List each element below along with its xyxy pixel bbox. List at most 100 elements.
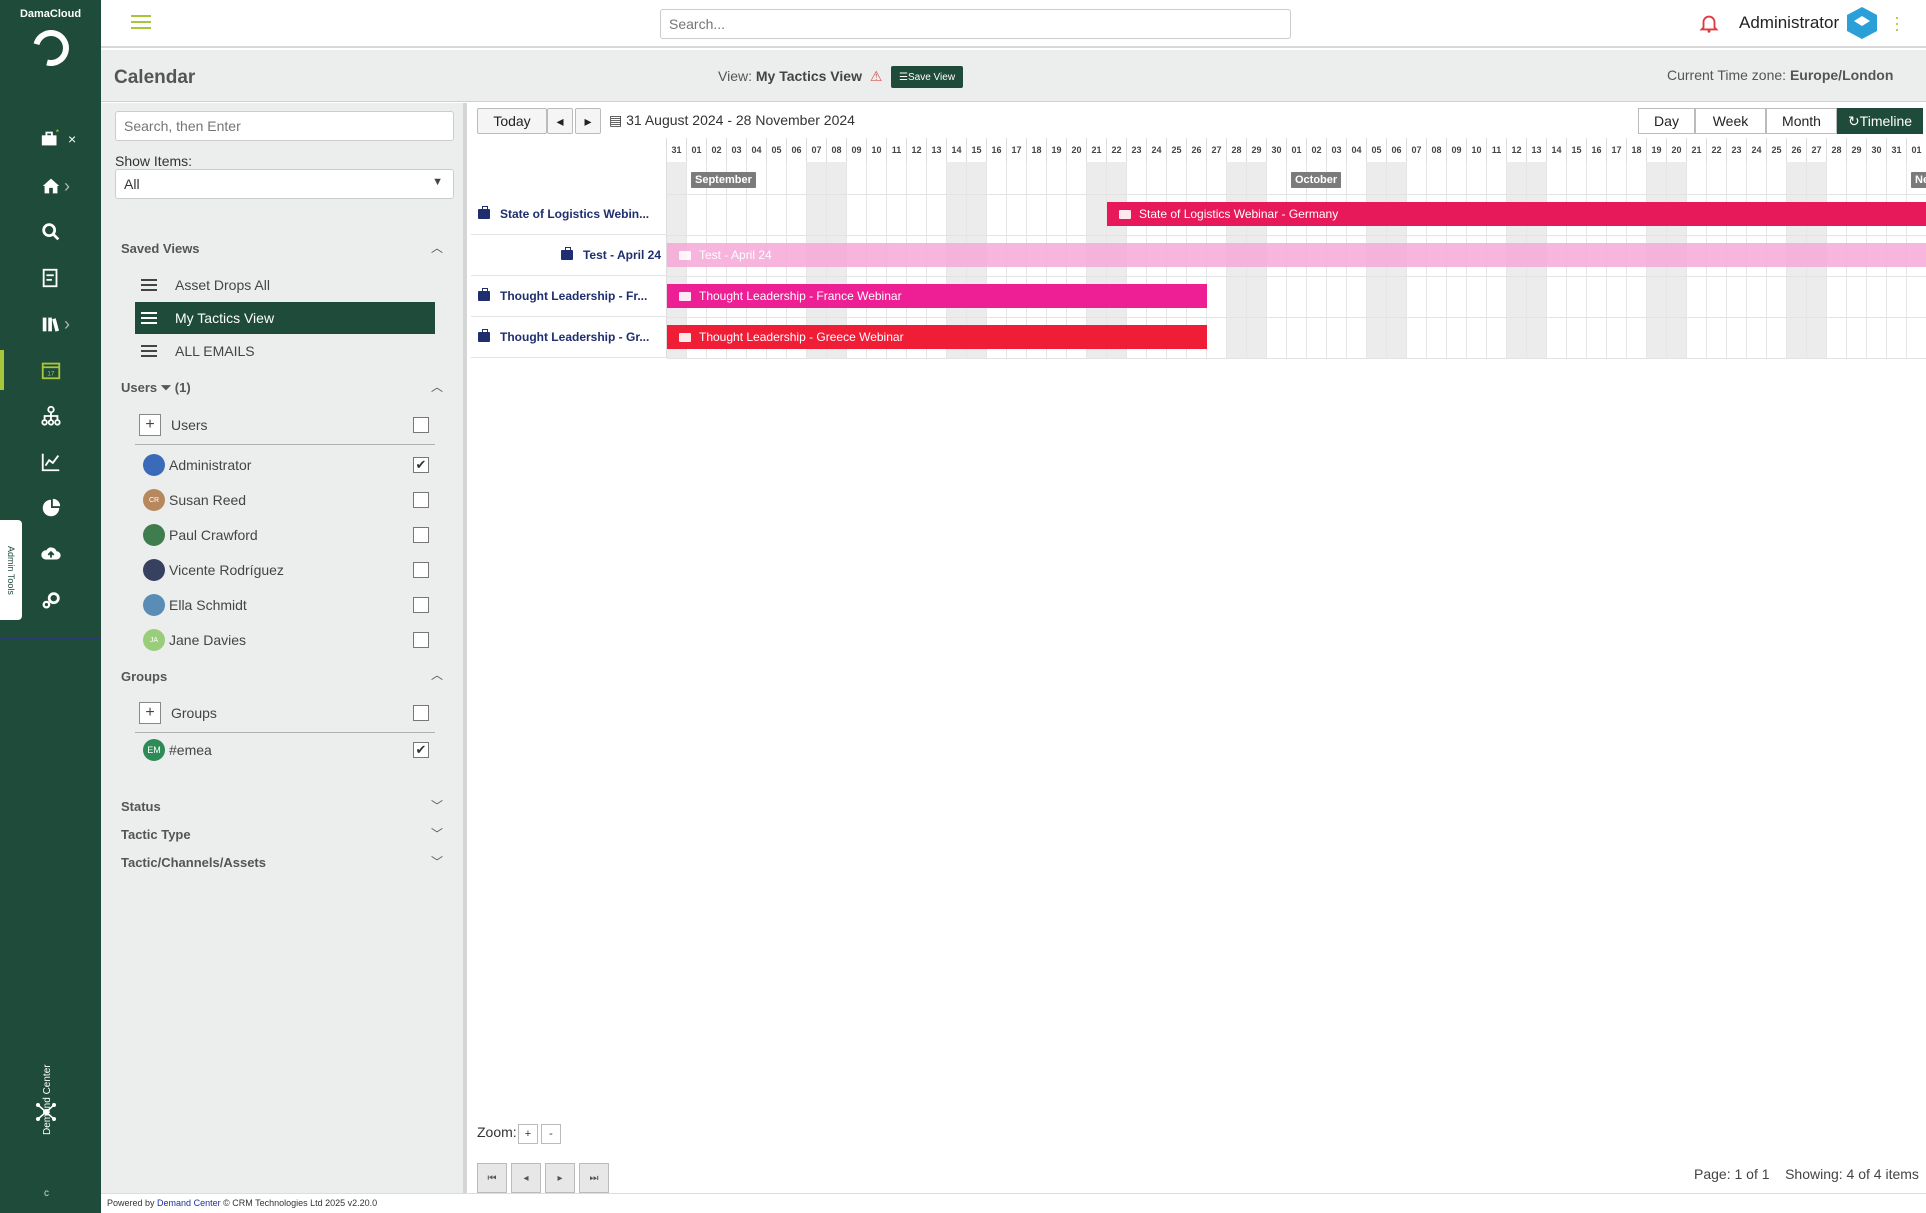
chevron-up-icon[interactable]: ︿ xyxy=(431,666,445,682)
calendar-nav[interactable]: 17 xyxy=(0,350,101,390)
user-row[interactable]: Paul Crawford xyxy=(135,518,435,552)
day-header: 03 xyxy=(727,138,747,162)
user-row[interactable]: Ella Schmidt xyxy=(135,588,435,622)
month-label: September xyxy=(691,172,756,188)
close-icon[interactable]: × xyxy=(68,131,76,147)
next-page-button[interactable]: ▸ xyxy=(545,1163,575,1193)
day-header: 14 xyxy=(947,138,967,162)
bell-icon[interactable] xyxy=(1698,12,1720,34)
briefcase-plus-icon: * xyxy=(41,128,59,146)
user-name: Ella Schmidt xyxy=(169,597,247,613)
user-avatar xyxy=(143,524,165,546)
user-checkbox[interactable] xyxy=(413,527,429,543)
saved-view-item[interactable]: ALL EMAILS xyxy=(135,335,435,367)
chevron-up-icon[interactable]: ︿ xyxy=(431,239,445,255)
pie-chart-icon xyxy=(42,498,60,517)
briefcase-icon xyxy=(478,288,490,301)
group-row[interactable]: EM #emea ✔ xyxy=(135,733,435,767)
tasks-nav[interactable] xyxy=(0,258,101,298)
footer-link[interactable]: Demand Center xyxy=(157,1198,221,1208)
tactic-type-heading[interactable]: Tactic Type xyxy=(121,827,191,842)
hierarchy-icon xyxy=(40,405,61,426)
task-bar-label: State of Logistics Webinar - Germany xyxy=(1139,207,1339,221)
task-bar[interactable]: Thought Leadership - France Webinar xyxy=(667,284,1207,308)
expand-plus-icon[interactable]: + xyxy=(139,414,161,436)
status-heading[interactable]: Status xyxy=(121,799,161,814)
rail-refresh-icon[interactable]: c xyxy=(44,1188,49,1199)
tactic-channels-assets-heading[interactable]: Tactic/Channels/Assets xyxy=(121,855,266,870)
user-checkbox[interactable]: ✔ xyxy=(413,457,429,473)
group-checkbox[interactable]: ✔ xyxy=(413,742,429,758)
view-day-button[interactable]: Day xyxy=(1638,108,1695,134)
day-header: 19 xyxy=(1647,138,1667,162)
save-view-button[interactable]: ☰Save View xyxy=(891,66,964,88)
view-month-button[interactable]: Month xyxy=(1766,108,1837,134)
user-checkbox[interactable] xyxy=(413,492,429,508)
search-nav[interactable] xyxy=(0,212,101,252)
saved-view-item-active[interactable]: My Tactics View xyxy=(135,302,435,334)
sidebar-search-input[interactable] xyxy=(115,111,454,141)
briefcase-icon xyxy=(478,206,490,219)
view-name: My Tactics View xyxy=(755,68,862,84)
user-avatar: JA xyxy=(143,629,165,651)
zoom-out-button[interactable]: - xyxy=(541,1124,561,1144)
user-checkbox[interactable] xyxy=(413,562,429,578)
task-row-label[interactable]: Thought Leadership - Gr... xyxy=(471,317,667,358)
saved-view-item[interactable]: Asset Drops All xyxy=(135,269,435,301)
prev-page-button[interactable]: ◂ xyxy=(511,1163,541,1193)
show-items-select[interactable]: All ▼ xyxy=(115,169,454,199)
home-icon xyxy=(42,178,59,194)
user-name[interactable]: Administrator xyxy=(1739,13,1839,33)
prev-period-button[interactable]: ◂ xyxy=(547,108,573,134)
first-page-button[interactable]: ⏮ xyxy=(477,1163,507,1193)
today-button[interactable]: Today xyxy=(477,108,547,134)
library-nav[interactable]: › xyxy=(0,304,101,344)
day-header: 08 xyxy=(827,138,847,162)
home-nav[interactable]: › xyxy=(0,166,101,206)
day-header: 29 xyxy=(1247,138,1267,162)
expand-plus-icon[interactable]: + xyxy=(139,702,161,724)
user-row[interactable]: CR Susan Reed xyxy=(135,483,435,517)
task-bar[interactable]: State of Logistics Webinar - Germany xyxy=(1107,202,1926,226)
user-row[interactable]: JA Jane Davies xyxy=(135,623,435,657)
chevron-up-icon[interactable]: ︿ xyxy=(431,378,445,394)
users-select-all-checkbox[interactable] xyxy=(413,417,429,433)
chevron-down-icon[interactable]: ﹀ xyxy=(431,825,445,841)
last-page-button[interactable]: ⏭ xyxy=(579,1163,609,1193)
calendar-small-icon: ▤ xyxy=(609,112,623,128)
saved-view-label: ALL EMAILS xyxy=(175,343,255,359)
task-bar[interactable]: Test - April 24 xyxy=(667,243,1926,267)
user-row[interactable]: Administrator ✔ xyxy=(135,448,435,482)
hierarchy-nav[interactable] xyxy=(0,396,101,436)
hamburger-menu-icon[interactable] xyxy=(131,15,151,31)
day-header: 01 xyxy=(687,138,707,162)
task-row-label[interactable]: State of Logistics Webin... xyxy=(471,194,667,235)
date-range-text: 31 August 2024 - 28 November 2024 xyxy=(626,112,855,128)
view-timeline-button[interactable]: ↻ Timeline xyxy=(1837,108,1923,134)
zoom-in-button[interactable]: + xyxy=(518,1124,538,1144)
task-row-label[interactable]: Test - April 24 xyxy=(471,235,667,276)
more-options-icon[interactable]: · · · xyxy=(1894,8,1900,38)
task-row-label[interactable]: Thought Leadership - Fr... xyxy=(471,276,667,317)
view-week-button[interactable]: Week xyxy=(1695,108,1766,134)
chevron-down-icon[interactable]: ﹀ xyxy=(431,797,445,813)
user-row[interactable]: Vicente Rodríguez xyxy=(135,553,435,587)
nav-rail: DamaCloud * × › › 17 Admin Tools Demand … xyxy=(0,0,101,1213)
user-checkbox[interactable] xyxy=(413,632,429,648)
admin-tools-tab[interactable]: Admin Tools xyxy=(0,520,22,620)
task-bar[interactable]: Thought Leadership - Greece Webinar xyxy=(667,325,1207,349)
zoom-label: Zoom: xyxy=(477,1124,517,1140)
svg-text:*: * xyxy=(55,128,59,137)
day-header: 26 xyxy=(1187,138,1207,162)
groups-select-all-checkbox[interactable] xyxy=(413,705,429,721)
new-tactic-nav[interactable]: * × xyxy=(0,119,101,159)
next-period-button[interactable]: ▸ xyxy=(575,108,601,134)
user-avatar-cube-icon[interactable] xyxy=(1846,6,1878,40)
day-header: 28 xyxy=(1227,138,1247,162)
day-header: 12 xyxy=(1507,138,1527,162)
user-checkbox[interactable] xyxy=(413,597,429,613)
global-search-input[interactable] xyxy=(660,9,1291,39)
analytics-nav[interactable] xyxy=(0,442,101,482)
chevron-down-icon[interactable]: ﹀ xyxy=(431,853,445,869)
day-header: 11 xyxy=(1487,138,1507,162)
